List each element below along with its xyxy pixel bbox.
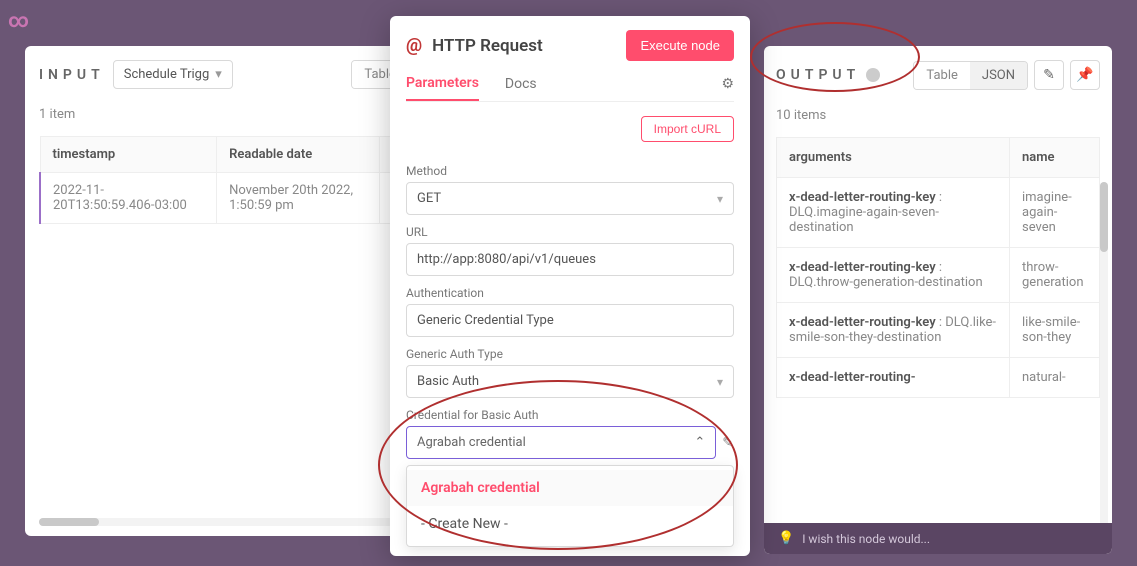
arg-val: DLQ.imagine-again-seven-destination: [789, 205, 939, 235]
method-select[interactable]: GET ▾: [406, 182, 734, 215]
url-value: http://app:8080/api/v1/queues: [417, 252, 596, 267]
row-name: natural-: [1010, 358, 1100, 398]
arg-val: DLQ.throw-generation-destination: [789, 275, 983, 290]
scrollbar-thumb[interactable]: [39, 518, 99, 526]
credential-dropdown: Agrabah credential - Create New -: [406, 465, 734, 547]
app-logo: ∞: [8, 8, 25, 32]
import-curl-button[interactable]: Import cURL: [641, 116, 734, 142]
generic-auth-type-label: Generic Auth Type: [406, 347, 734, 361]
output-item-count: 10 items: [776, 108, 1100, 123]
table-row[interactable]: x-dead-letter-routing-key : DLQ.like-smi…: [777, 303, 1100, 358]
output-panel: OUTPUT Table JSON ✎ 📌 10 items arguments…: [764, 46, 1112, 554]
modal-title: HTTP Request: [432, 36, 616, 56]
generic-auth-type-select[interactable]: Basic Auth ▾: [406, 365, 734, 398]
authentication-label: Authentication: [406, 286, 734, 300]
row-name: like-smile-son-they: [1010, 303, 1100, 358]
table-row[interactable]: x-dead-letter-routing-key : DLQ.throw-ge…: [777, 248, 1100, 303]
row-name: imagine-again-seven: [1010, 178, 1100, 248]
output-view-table[interactable]: Table: [914, 62, 969, 89]
input-col-readable-date: Readable date: [217, 137, 380, 173]
chevron-down-icon: ▾: [215, 67, 222, 82]
authentication-value: Generic Credential Type: [417, 313, 554, 328]
arg-key: x-dead-letter-routing-key: [789, 190, 936, 205]
method-value: GET: [417, 191, 441, 206]
url-label: URL: [406, 225, 734, 239]
chevron-up-icon: ⌃: [694, 435, 705, 450]
row-name: throw-generation: [1010, 248, 1100, 303]
arg-key: x-dead-letter-routing-key: [789, 315, 936, 330]
output-col-name: name: [1010, 138, 1100, 178]
credential-option-agrabah[interactable]: Agrabah credential: [407, 470, 733, 506]
output-col-arguments: arguments: [777, 138, 1010, 178]
credential-select[interactable]: Agrabah credential ⌃: [406, 426, 716, 459]
cell-readable-date: November 20th 2022, 1:50:59 pm: [217, 173, 380, 224]
table-row[interactable]: x-dead-letter-routing- natural-: [777, 358, 1100, 398]
edit-output-icon[interactable]: ✎: [1034, 60, 1064, 90]
cell-timestamp: 2022-11-20T13:50:59.406-03:00: [40, 173, 217, 224]
input-title: INPUT: [39, 67, 105, 83]
output-title: OUTPUT: [776, 67, 860, 83]
chevron-down-icon: ▾: [717, 375, 723, 389]
arg-key: x-dead-letter-routing-key: [789, 260, 936, 275]
tab-parameters[interactable]: Parameters: [406, 75, 479, 101]
output-view-json[interactable]: JSON: [970, 62, 1027, 89]
feedback-text: I wish this node would...: [802, 532, 930, 546]
edit-credential-icon[interactable]: ✎: [722, 435, 734, 451]
generic-auth-type-value: Basic Auth: [417, 374, 479, 389]
input-col-timestamp: timestamp: [40, 137, 217, 173]
arg-key: x-dead-letter-routing-: [789, 370, 916, 385]
chevron-down-icon: ▾: [717, 192, 723, 206]
credential-value: Agrabah credential: [417, 435, 526, 450]
output-table: arguments name x-dead-letter-routing-key…: [776, 137, 1100, 398]
credential-label: Credential for Basic Auth: [406, 408, 734, 422]
gear-icon[interactable]: ⚙: [721, 76, 734, 100]
table-row[interactable]: x-dead-letter-routing-key : DLQ.imagine-…: [777, 178, 1100, 248]
execute-node-button[interactable]: Execute node: [626, 30, 734, 61]
output-view-toggle: Table JSON: [913, 61, 1028, 90]
credential-option-create-new[interactable]: - Create New -: [407, 506, 733, 542]
vertical-scrollbar[interactable]: [1100, 182, 1108, 542]
feedback-bar[interactable]: 💡 I wish this node would...: [764, 523, 1112, 554]
input-source-label: Schedule Trigg: [124, 67, 210, 82]
tab-docs[interactable]: Docs: [505, 76, 537, 100]
pin-output-icon[interactable]: 📌: [1070, 60, 1100, 90]
node-config-modal: @ HTTP Request Execute node Parameters D…: [390, 16, 750, 556]
at-icon: @: [406, 35, 422, 56]
lightbulb-icon: 💡: [778, 531, 794, 546]
info-icon[interactable]: [866, 68, 880, 82]
method-label: Method: [406, 164, 734, 178]
authentication-select[interactable]: Generic Credential Type: [406, 304, 734, 337]
url-input[interactable]: http://app:8080/api/v1/queues: [406, 243, 734, 276]
input-source-select[interactable]: Schedule Trigg ▾: [113, 60, 233, 89]
scrollbar-thumb[interactable]: [1100, 182, 1108, 252]
